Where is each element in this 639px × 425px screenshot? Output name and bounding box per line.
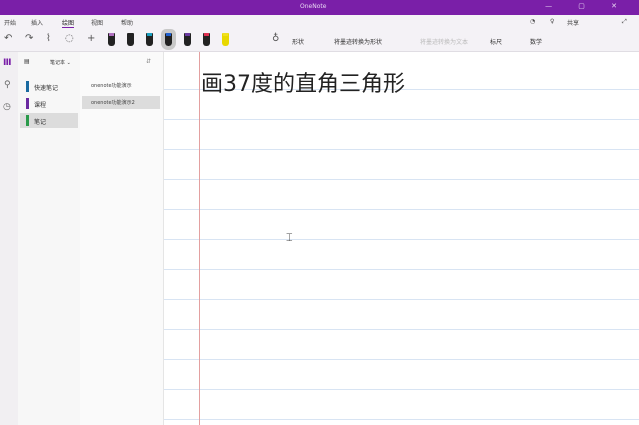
eraser-icon[interactable]: ◌ [65,33,74,44]
section-notes[interactable]: 笔记 [20,113,78,128]
bell-icon[interactable]: ◔ [530,18,535,25]
recent-icon[interactable]: ◷ [3,102,11,112]
ruler-button[interactable]: 标尺 [490,37,502,46]
notebook-icon: ▤ [24,58,30,65]
shapes-button[interactable]: 形状 [292,37,304,46]
notebook-selector[interactable]: 笔记本 ⌄ [50,59,71,66]
share-button[interactable]: 共享 [567,18,579,27]
undo-icon[interactable]: ↶ [4,33,12,44]
redo-icon[interactable]: ↷ [25,33,33,44]
pen-2-icon[interactable] [146,33,153,46]
section-label: 笔记 [34,119,47,126]
expand-icon[interactable]: ⤢ [622,18,627,26]
add-pen-icon[interactable]: + [87,33,95,44]
tab-home[interactable]: 开始 [4,18,16,27]
notebooks-icon[interactable]: Ⅲ [3,58,12,68]
search-icon[interactable]: ⚲ [4,80,11,90]
shapes-icon[interactable]: ♁ [272,33,279,44]
page-item[interactable]: onenote功能演示 [82,79,160,92]
pen-3-icon[interactable] [161,29,176,50]
section-quick-notes[interactable]: 快速笔记 [20,79,78,94]
pen-0-icon[interactable] [108,33,115,46]
window-controls[interactable]: — ▢ ✕ [545,2,629,10]
pen-6-icon[interactable] [222,33,229,46]
math-button[interactable]: 数学 [530,37,542,46]
page-title[interactable]: 画37度的直角三角形 [201,66,405,98]
tab-view[interactable]: 视图 [91,18,103,27]
ribbon-tabs: 开始 插入 绘图 视图 帮助 ◔ ♀ 共享 ⤢ [0,15,639,29]
section-label: 快速笔记 [34,85,59,92]
nav-rail: Ⅲ ⚲ ◷ [0,52,18,425]
sort-icon[interactable]: ⇵ [146,58,151,65]
pen-4-icon[interactable] [184,33,191,46]
page-item[interactable]: onenote功能演示2 [82,96,160,109]
lasso-icon[interactable]: ⌇ [46,33,51,44]
section-list: ▤ 笔记本 ⌄ 快速笔记 课程 笔记 [18,52,80,425]
pen-5-icon[interactable] [203,33,210,46]
pen-1-icon[interactable] [127,33,134,46]
draw-toolbar: ↶ ↷ ⌇ ◌ + ♁ 形状 将墨迹转换为形状 将墨迹转换为文本 标尺 数学 [0,29,639,52]
section-course[interactable]: 课程 [20,96,78,111]
title-bar: OneNote — ▢ ✕ [0,0,639,15]
page-list: ⇵ onenote功能演示 onenote功能演示2 [80,52,164,425]
app-title: OneNote [300,3,327,10]
mouse-cursor-icon: ⌶ [286,231,293,244]
note-canvas[interactable] [164,52,639,425]
section-label: 课程 [34,102,47,109]
tab-help[interactable]: 帮助 [121,18,133,27]
ink-to-shape-button[interactable]: 将墨迹转换为形状 [334,37,382,46]
margin-line [199,52,200,425]
ink-to-text-button[interactable]: 将墨迹转换为文本 [420,37,468,46]
tab-insert[interactable]: 插入 [31,18,43,27]
tab-draw[interactable]: 绘图 [62,18,75,28]
lightbulb-icon[interactable]: ♀ [550,18,554,25]
